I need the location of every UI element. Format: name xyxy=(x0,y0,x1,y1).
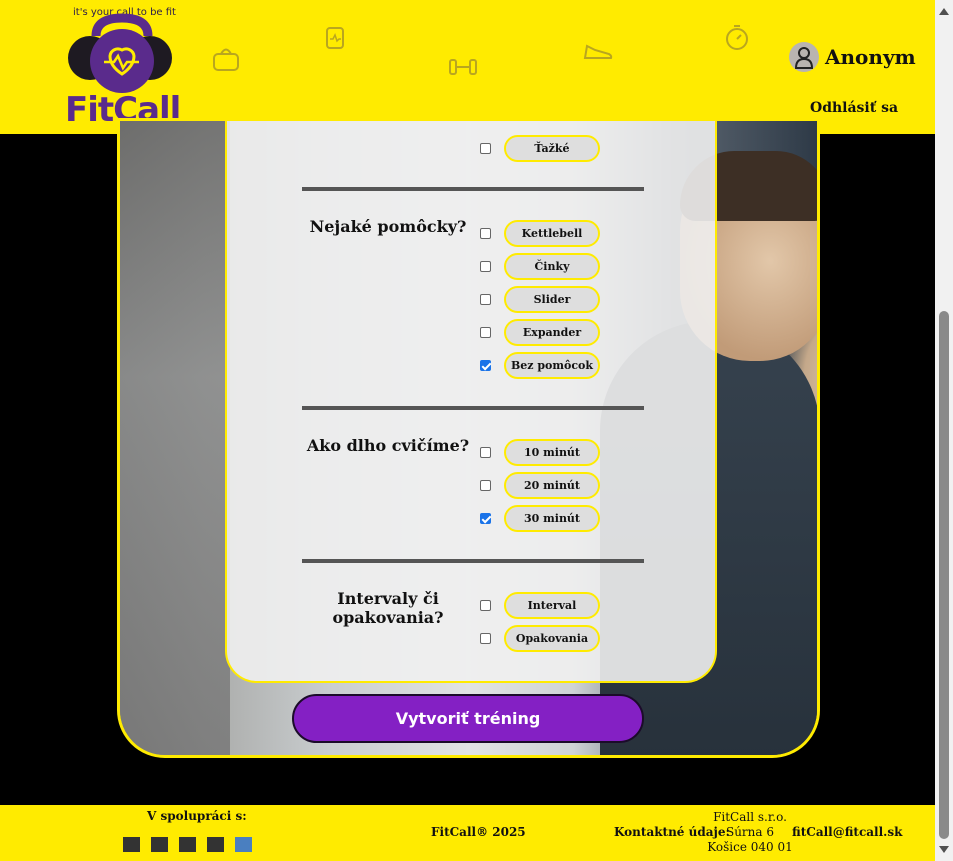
option-label[interactable]: 20 minút xyxy=(504,472,600,499)
checkbox[interactable] xyxy=(480,261,491,272)
section-divider xyxy=(302,559,644,563)
site-header: it's your call to be fit FitCall Anonym … xyxy=(0,0,935,134)
user-menu[interactable]: Anonym xyxy=(789,42,916,72)
option-expander[interactable]: Expander xyxy=(480,319,600,346)
company-name: FitCall s.r.o. xyxy=(713,810,787,824)
partner-logo[interactable] xyxy=(235,837,252,852)
option-opakovania[interactable]: Opakovania xyxy=(480,625,600,652)
option-label[interactable]: Ťažké xyxy=(504,135,600,162)
stopwatch-icon xyxy=(726,25,748,50)
section-divider xyxy=(302,187,644,191)
option-tazke[interactable]: Ťažké xyxy=(480,135,600,162)
checkbox[interactable] xyxy=(480,143,491,154)
scrollbar-thumb[interactable] xyxy=(939,311,949,839)
option-slider[interactable]: Slider xyxy=(480,286,600,313)
workout-form: Ťažké Nejaké pomôcky? Kettlebell Činky S… xyxy=(225,121,717,683)
checkbox[interactable] xyxy=(480,480,491,491)
site-footer: V spolupráci s: FitCall® 2025 Kontaktné … xyxy=(0,805,935,861)
checkbox[interactable] xyxy=(480,447,491,458)
create-training-button[interactable]: Vytvoriť tréning xyxy=(292,694,644,743)
scroll-up-icon[interactable] xyxy=(939,8,949,15)
company-street: Súrna 6 xyxy=(725,825,775,839)
background-photo-left xyxy=(120,121,230,755)
option-label[interactable]: Slider xyxy=(504,286,600,313)
checkbox[interactable] xyxy=(480,228,491,239)
checkbox-checked[interactable] xyxy=(480,360,491,371)
partner-logo[interactable] xyxy=(179,837,196,852)
sneaker-icon xyxy=(583,44,613,59)
main-card: Ťažké Nejaké pomôcky? Kettlebell Činky S… xyxy=(117,118,820,758)
contact-email[interactable]: fitCall@fitcall.sk xyxy=(792,825,902,839)
gym-bag-icon xyxy=(213,48,239,71)
page-scrollbar[interactable] xyxy=(935,0,953,861)
partner-logo[interactable] xyxy=(151,837,168,852)
checkbox[interactable] xyxy=(480,327,491,338)
copyright: FitCall® 2025 xyxy=(431,825,526,839)
option-interval[interactable]: Interval xyxy=(480,592,600,619)
option-label[interactable]: Kettlebell xyxy=(504,220,600,247)
checkbox[interactable] xyxy=(480,633,491,644)
company-address: FitCall s.r.o. Súrna 6 Košice 040 01 xyxy=(700,810,800,855)
partner-logo[interactable] xyxy=(123,837,140,852)
option-label[interactable]: Činky xyxy=(504,253,600,280)
question-equipment: Nejaké pomôcky? xyxy=(309,217,467,236)
partner-logo[interactable] xyxy=(207,837,224,852)
partners-label: V spolupráci s: xyxy=(147,809,247,823)
user-avatar-icon xyxy=(789,42,819,72)
option-30-minut[interactable]: 30 minút xyxy=(480,505,600,532)
option-20-minut[interactable]: 20 minút xyxy=(480,472,600,499)
dumbbell-icon xyxy=(449,59,477,75)
option-kettlebell[interactable]: Kettlebell xyxy=(480,220,600,247)
option-label[interactable]: Opakovania xyxy=(504,625,600,652)
checkbox-checked[interactable] xyxy=(480,513,491,524)
option-label[interactable]: Interval xyxy=(504,592,600,619)
company-city: Košice 040 01 xyxy=(707,840,793,854)
checkbox[interactable] xyxy=(480,294,491,305)
question-duration: Ako dlho cvičíme? xyxy=(306,436,470,455)
option-bez-pomocok[interactable]: Bez pomôcok xyxy=(480,352,600,379)
option-label[interactable]: Bez pomôcok xyxy=(504,352,600,379)
scroll-down-icon[interactable] xyxy=(939,846,949,853)
option-10-minut[interactable]: 10 minút xyxy=(480,439,600,466)
section-divider xyxy=(302,406,644,410)
option-label[interactable]: 10 minút xyxy=(504,439,600,466)
option-label[interactable]: 30 minút xyxy=(504,505,600,532)
option-cinky[interactable]: Činky xyxy=(480,253,600,280)
question-interval-type: Intervaly či opakovania? xyxy=(332,589,444,627)
user-name: Anonym xyxy=(825,45,916,69)
option-label[interactable]: Expander xyxy=(504,319,600,346)
checkbox[interactable] xyxy=(480,600,491,611)
logout-link[interactable]: Odhlásiť sa xyxy=(810,100,898,116)
smartwatch-icon xyxy=(326,27,344,49)
